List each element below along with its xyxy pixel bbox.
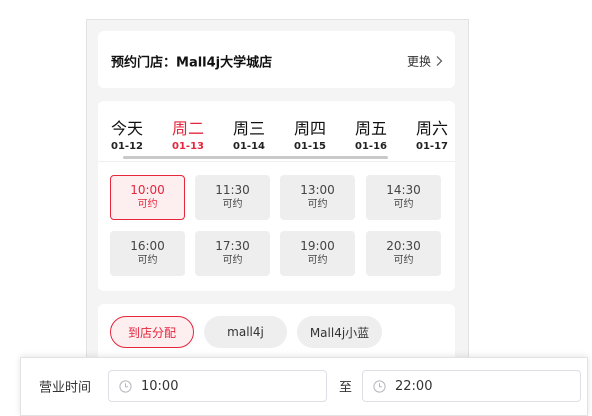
time-slot[interactable]: 16:00 可约	[110, 231, 185, 276]
store-card: 预约门店：Mall4j大学城店 更换	[98, 31, 455, 88]
time-slot-time: 16:00	[130, 239, 165, 253]
divider	[98, 161, 455, 162]
store-label: 预约门店：	[111, 55, 177, 71]
date-tab-day: 周六	[415, 119, 448, 138]
staff-chip[interactable]: 到店分配	[110, 316, 194, 348]
date-tab-day: 周四	[293, 119, 326, 138]
time-slot-status: 可约	[307, 255, 328, 266]
date-tabs[interactable]: 今天 01-12 周二 01-13 周三 01-14 周四 01-15 周五 0…	[98, 101, 455, 161]
date-tab[interactable]: 今天 01-12	[102, 119, 152, 154]
time-slot[interactable]: 17:30 可约	[195, 231, 270, 276]
end-time-value: 22:00	[395, 378, 433, 394]
date-tab-date: 01-14	[233, 141, 265, 152]
time-selection-card: 今天 01-12 周二 01-13 周三 01-14 周四 01-15 周五 0…	[98, 101, 455, 291]
business-hours-panel: 营业时间 10:00 至 22:00	[20, 357, 588, 416]
time-slot-status: 可约	[137, 199, 158, 210]
date-tab[interactable]: 周三 01-14	[224, 119, 274, 154]
clock-icon	[119, 379, 132, 393]
time-slot-time: 11:30	[215, 183, 250, 197]
time-range-separator: 至	[339, 380, 353, 396]
time-slot-time: 17:30	[215, 239, 250, 253]
time-slot-status: 可约	[222, 199, 243, 210]
time-slot[interactable]: 10:00 可约	[110, 175, 185, 220]
time-slot-status: 可约	[393, 199, 414, 210]
time-slot-status: 可约	[222, 255, 243, 266]
change-store-label: 更换	[406, 54, 431, 69]
date-tab[interactable]: 周二 01-13	[163, 119, 213, 159]
date-tab[interactable]: 周六 01-17	[407, 119, 455, 154]
start-time-input[interactable]: 10:00	[108, 370, 327, 402]
staff-chip[interactable]: mall4j	[204, 316, 287, 348]
clock-icon	[373, 379, 386, 393]
time-slot-time: 14:30	[386, 183, 421, 197]
store-name: Mall4j大学城店	[176, 55, 273, 71]
date-tab-day: 周三	[232, 119, 265, 138]
time-slot-time: 10:00	[130, 183, 165, 197]
time-slot-time: 20:30	[386, 239, 421, 253]
date-tab-day: 今天	[110, 119, 143, 138]
time-slot[interactable]: 13:00 可约	[280, 175, 355, 220]
time-slot-status: 可约	[307, 199, 328, 210]
store-info: 预约门店：Mall4j大学城店	[111, 52, 272, 71]
time-slot-time: 19:00	[300, 239, 335, 253]
date-tab-date: 01-16	[355, 141, 387, 152]
date-tabs-scrollbar[interactable]	[123, 156, 388, 159]
time-slot-status: 可约	[393, 255, 414, 266]
time-slot[interactable]: 19:00 可约	[280, 231, 355, 276]
staff-chip[interactable]: Mall4j小蓝	[297, 316, 382, 348]
end-time-input[interactable]: 22:00	[362, 370, 581, 402]
change-store-button[interactable]: 更换	[407, 53, 443, 70]
date-tab-date: 01-15	[294, 141, 326, 152]
business-hours-label: 营业时间	[39, 380, 92, 396]
date-tab-day: 周五	[354, 119, 387, 138]
date-tab-date: 01-12	[111, 141, 143, 152]
time-slot[interactable]: 11:30 可约	[195, 175, 270, 220]
date-tab-date: 01-13	[172, 141, 204, 152]
chevron-right-icon	[436, 56, 443, 66]
date-tab-day: 周二	[171, 119, 204, 138]
time-slot-time: 13:00	[300, 183, 335, 197]
date-tab-date: 01-17	[416, 141, 448, 152]
time-slot[interactable]: 20:30 可约	[366, 231, 441, 276]
date-tab[interactable]: 周四 01-15	[285, 119, 335, 154]
time-slot[interactable]: 14:30 可约	[366, 175, 441, 220]
date-tab[interactable]: 周五 01-16	[346, 119, 396, 154]
time-slot-status: 可约	[137, 255, 158, 266]
start-time-value: 10:00	[141, 378, 179, 394]
